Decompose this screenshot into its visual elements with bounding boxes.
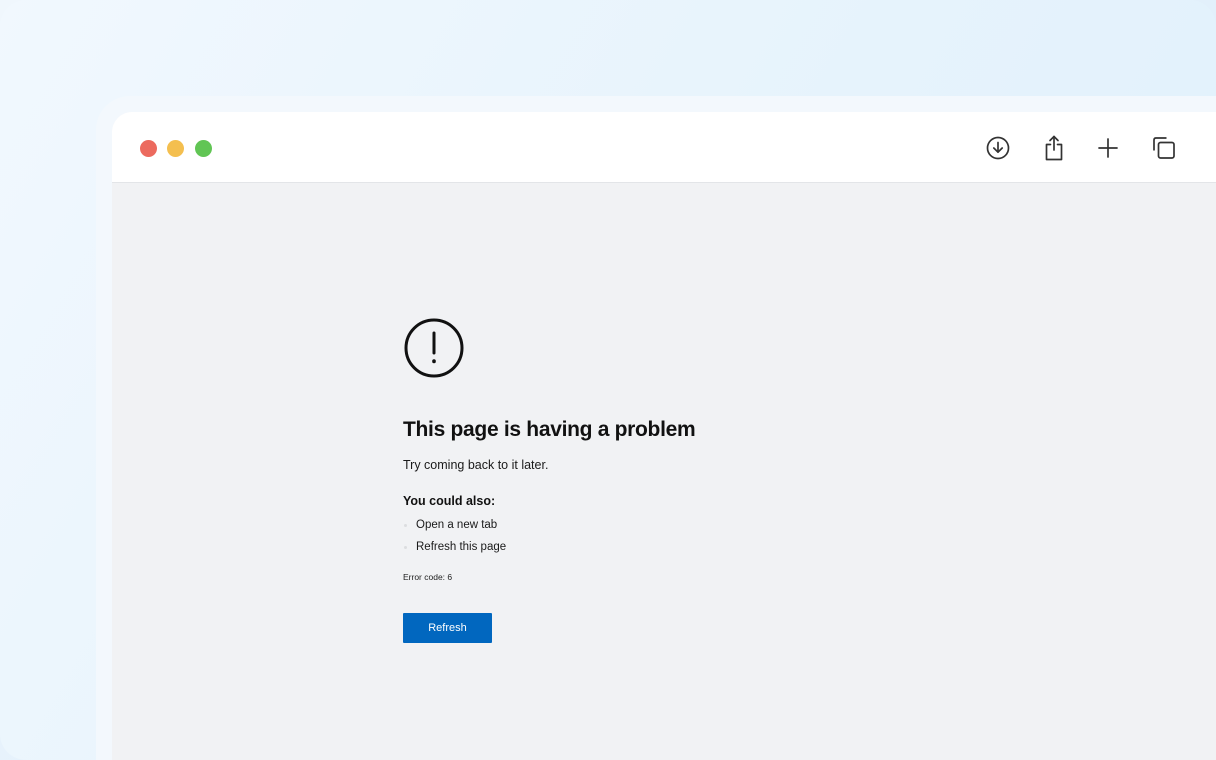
tabs-overview-icon[interactable] <box>1148 132 1180 164</box>
refresh-button[interactable]: Refresh <box>403 613 492 643</box>
page-subtitle: Try coming back to it later. <box>403 458 549 472</box>
download-icon[interactable] <box>982 132 1014 164</box>
suggestions-heading: You could also: <box>403 494 496 508</box>
suggestions-list: Open a new tab Refresh this page <box>403 514 903 558</box>
suggestion-open-new-tab: Open a new tab <box>403 514 903 536</box>
error-content: This page is having a problem Try coming… <box>403 317 903 643</box>
alert-icon <box>404 318 464 378</box>
suggestion-refresh-page: Refresh this page <box>403 536 903 558</box>
close-window-button[interactable] <box>140 140 157 157</box>
minimize-window-button[interactable] <box>167 140 184 157</box>
title-bar <box>112 112 1216 183</box>
new-tab-icon[interactable] <box>1092 132 1124 164</box>
page-title: This page is having a problem <box>403 418 696 441</box>
share-icon[interactable] <box>1038 132 1070 164</box>
maximize-window-button[interactable] <box>195 140 212 157</box>
browser-window: This page is having a problem Try coming… <box>112 112 1216 760</box>
error-code: Error code: 6 <box>403 572 453 582</box>
